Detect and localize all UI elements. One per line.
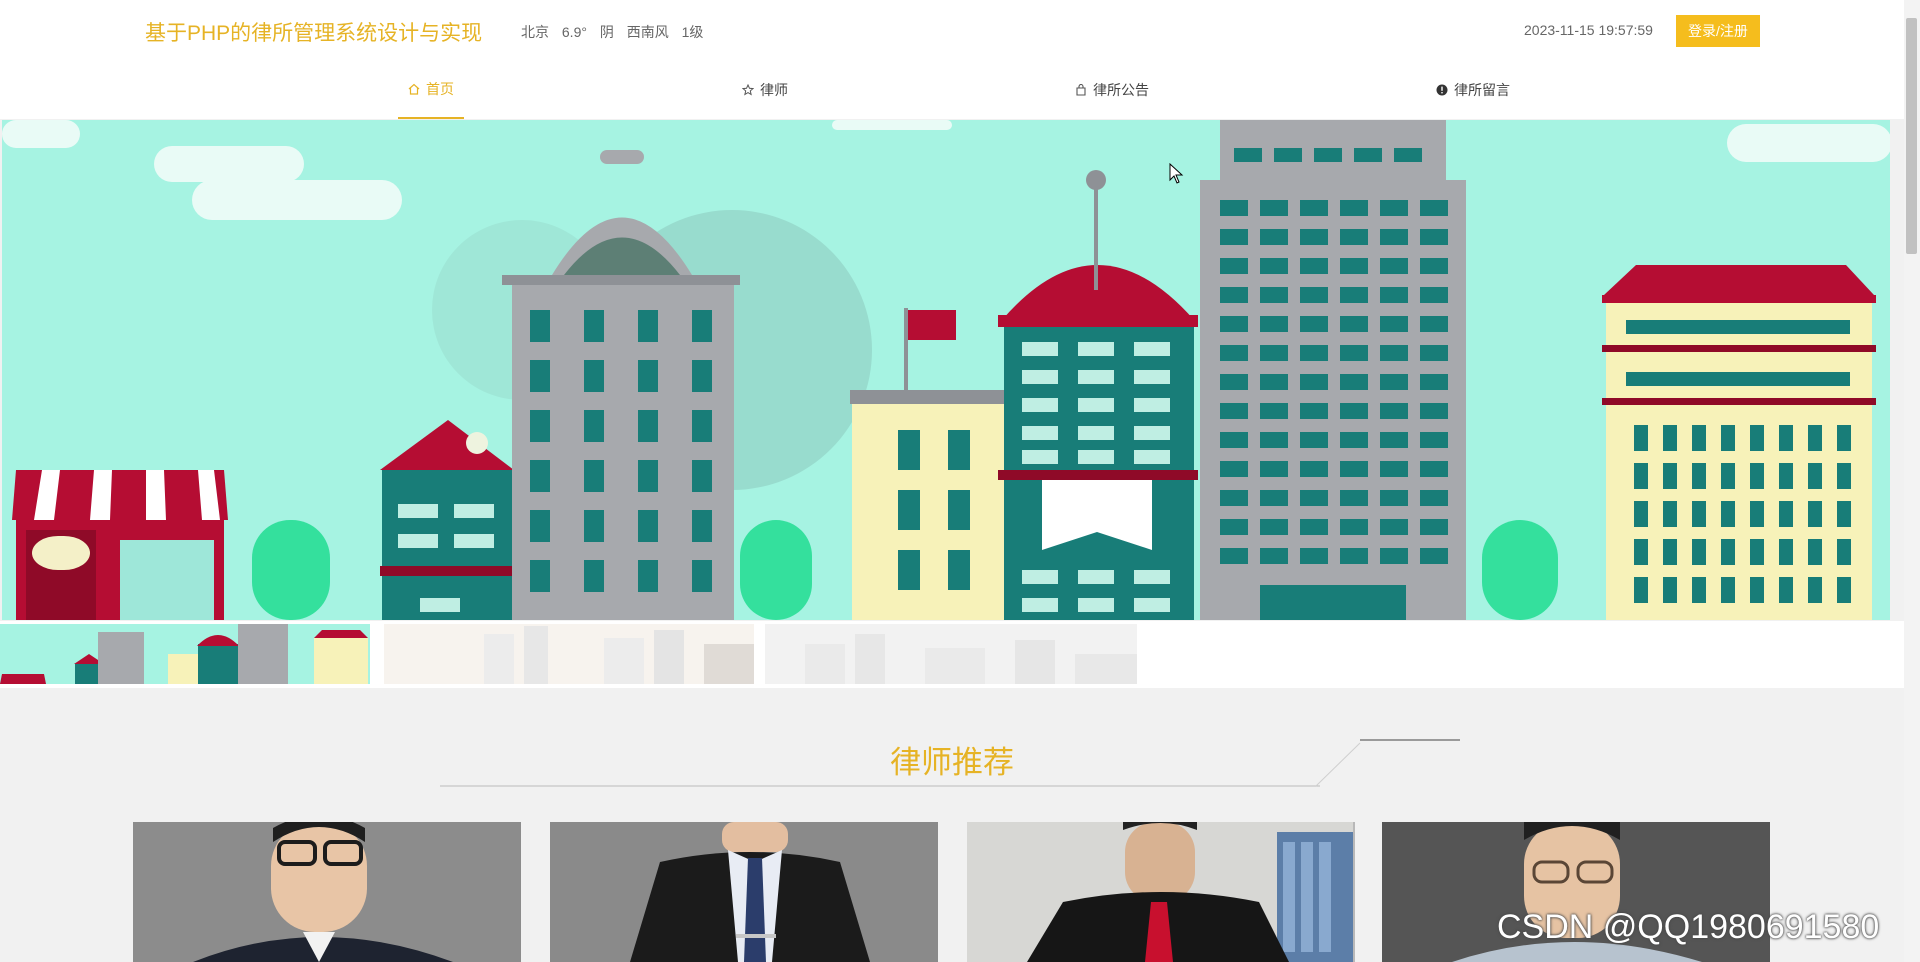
- lawyer-card-2[interactable]: [550, 822, 938, 962]
- home-icon: [408, 83, 420, 95]
- banner-thumb-2[interactable]: [384, 624, 754, 684]
- main-nav: 首页 律师 律所公告 律所留言: [0, 61, 1904, 119]
- weather-wind-level: 1级: [681, 24, 704, 40]
- nav-label-lawyers: 律师: [760, 82, 788, 98]
- nav-label-announcements: 律所公告: [1093, 82, 1149, 98]
- lawyer-photo-1: [133, 822, 521, 962]
- lawyer-photo-2: [550, 822, 938, 962]
- weather-condition: 阴: [599, 24, 614, 40]
- recommend-title: 律师推荐: [890, 745, 1014, 780]
- mouse-cursor-icon: [1169, 163, 1184, 184]
- weather-wind-direction: 西南风: [626, 24, 669, 40]
- lawyer-photo-3: [967, 822, 1353, 962]
- banner-thumbnails: [0, 621, 1904, 688]
- login-register-button[interactable]: 登录/注册: [1676, 15, 1760, 47]
- weather-info: 北京 6.9° 阴 西南风 1级: [521, 22, 712, 42]
- info-icon: [1436, 84, 1448, 96]
- nav-item-messages[interactable]: 律所留言: [1436, 61, 1510, 119]
- lawyer-card-3[interactable]: [967, 822, 1355, 962]
- nav-label-messages: 律所留言: [1454, 82, 1510, 98]
- top-header: 基于PHP的律所管理系统设计与实现 北京 6.9° 阴 西南风 1级 2023-…: [0, 0, 1904, 62]
- csdn-watermark: CSDN @QQ1980691580: [1497, 908, 1880, 946]
- page-scrollbar-thumb[interactable]: [1906, 18, 1917, 254]
- site-title[interactable]: 基于PHP的律所管理系统设计与实现: [145, 17, 482, 47]
- lawyer-card-1[interactable]: [133, 822, 521, 962]
- weather-city: 北京: [521, 24, 549, 40]
- nav-label-home: 首页: [426, 81, 454, 97]
- banner-carousel[interactable]: [2, 120, 1890, 620]
- weather-temperature: 6.9°: [561, 24, 587, 40]
- current-datetime: 2023-11-15 19:57:59: [1524, 22, 1653, 38]
- banner-city-illustration: [2, 120, 1890, 620]
- banner-thumb-3-image: [805, 634, 1137, 684]
- nav-item-home[interactable]: 首页: [398, 61, 464, 119]
- bag-icon: [1075, 84, 1087, 96]
- star-icon: [742, 84, 754, 96]
- banner-thumb-1[interactable]: [0, 624, 370, 684]
- banner-thumb-3[interactable]: [765, 624, 1137, 684]
- banner-thumb-1-image: [0, 624, 368, 684]
- nav-item-announcements[interactable]: 律所公告: [1075, 61, 1149, 119]
- banner-thumb-2-image: [484, 626, 754, 684]
- nav-item-lawyers[interactable]: 律师: [742, 61, 788, 119]
